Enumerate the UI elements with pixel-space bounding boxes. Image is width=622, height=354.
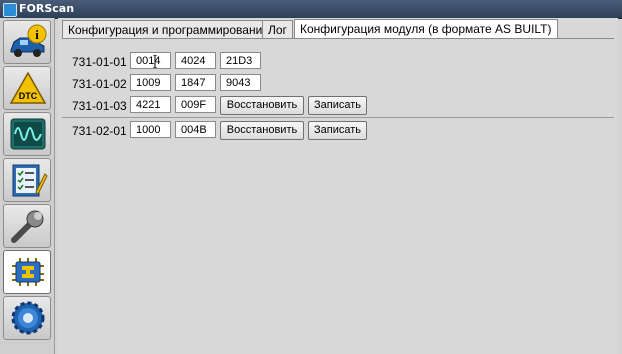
- value-field[interactable]: 009F: [175, 96, 216, 113]
- value-field[interactable]: 9043: [220, 74, 261, 91]
- gear-icon: [11, 301, 45, 335]
- as-built-panel: 731-01-01 0014 4024 21D3 731-01-02 1009 …: [62, 38, 614, 351]
- value-field[interactable]: 4024: [175, 52, 216, 69]
- checklist-icon: [12, 164, 48, 197]
- sidebar-item-info[interactable]: i: [3, 20, 51, 64]
- sidebar: i DTC: [0, 18, 55, 354]
- oscilloscope-icon: [10, 118, 46, 150]
- row-address: 731-01-02: [72, 77, 127, 91]
- config-row: 731-02-01 1000 004B Восстановить Записат…: [62, 117, 614, 142]
- sidebar-item-checklist[interactable]: [3, 158, 51, 202]
- sidebar-item-module-configuration[interactable]: [3, 250, 51, 294]
- restore-button[interactable]: Восстановить: [220, 121, 304, 140]
- main-area: Конфигурация и программирование Лог Конф…: [58, 18, 618, 354]
- config-row: 731-01-02 1009 1847 9043: [62, 73, 614, 95]
- sidebar-item-settings[interactable]: [3, 296, 51, 340]
- svg-text:DTC: DTC: [19, 91, 38, 101]
- wrench-icon: [11, 210, 44, 243]
- text-cursor-icon: [153, 55, 157, 68]
- write-button[interactable]: Записать: [308, 96, 367, 115]
- svg-text:i: i: [35, 27, 39, 42]
- sidebar-item-dtc[interactable]: DTC: [3, 66, 51, 110]
- value-field[interactable]: 1009: [130, 74, 171, 91]
- value-field[interactable]: 0014: [130, 52, 171, 69]
- config-row: 731-01-01 0014 4024 21D3: [62, 51, 614, 73]
- car-info-icon: i: [10, 24, 47, 57]
- value-field[interactable]: 4221: [130, 96, 171, 113]
- value-field[interactable]: 1847: [175, 74, 216, 91]
- tab-log[interactable]: Лог: [262, 20, 293, 38]
- value-field[interactable]: 1000: [130, 121, 171, 138]
- restore-button[interactable]: Восстановить: [220, 96, 304, 115]
- write-button[interactable]: Записать: [308, 121, 367, 140]
- sidebar-item-oscilloscope[interactable]: [3, 112, 51, 156]
- row-address: 731-02-01: [72, 124, 127, 138]
- tab-as-built[interactable]: Конфигурация модуля (в формате AS BUILT): [294, 19, 558, 39]
- chip-config-icon: [12, 258, 44, 286]
- app-icon: [3, 3, 17, 17]
- dtc-warning-icon: DTC: [9, 71, 47, 104]
- sidebar-item-service[interactable]: [3, 204, 51, 248]
- app-title: FORScan: [19, 2, 75, 15]
- value-field[interactable]: 004B: [175, 121, 216, 138]
- row-address: 731-01-03: [72, 99, 127, 113]
- value-field[interactable]: 21D3: [220, 52, 261, 69]
- tab-config-programming[interactable]: Конфигурация и программирование: [62, 20, 275, 38]
- title-bar: FORScan: [0, 0, 622, 19]
- row-address: 731-01-01: [72, 55, 127, 69]
- config-row: 731-01-03 4221 009F Восстановить Записат…: [62, 95, 614, 117]
